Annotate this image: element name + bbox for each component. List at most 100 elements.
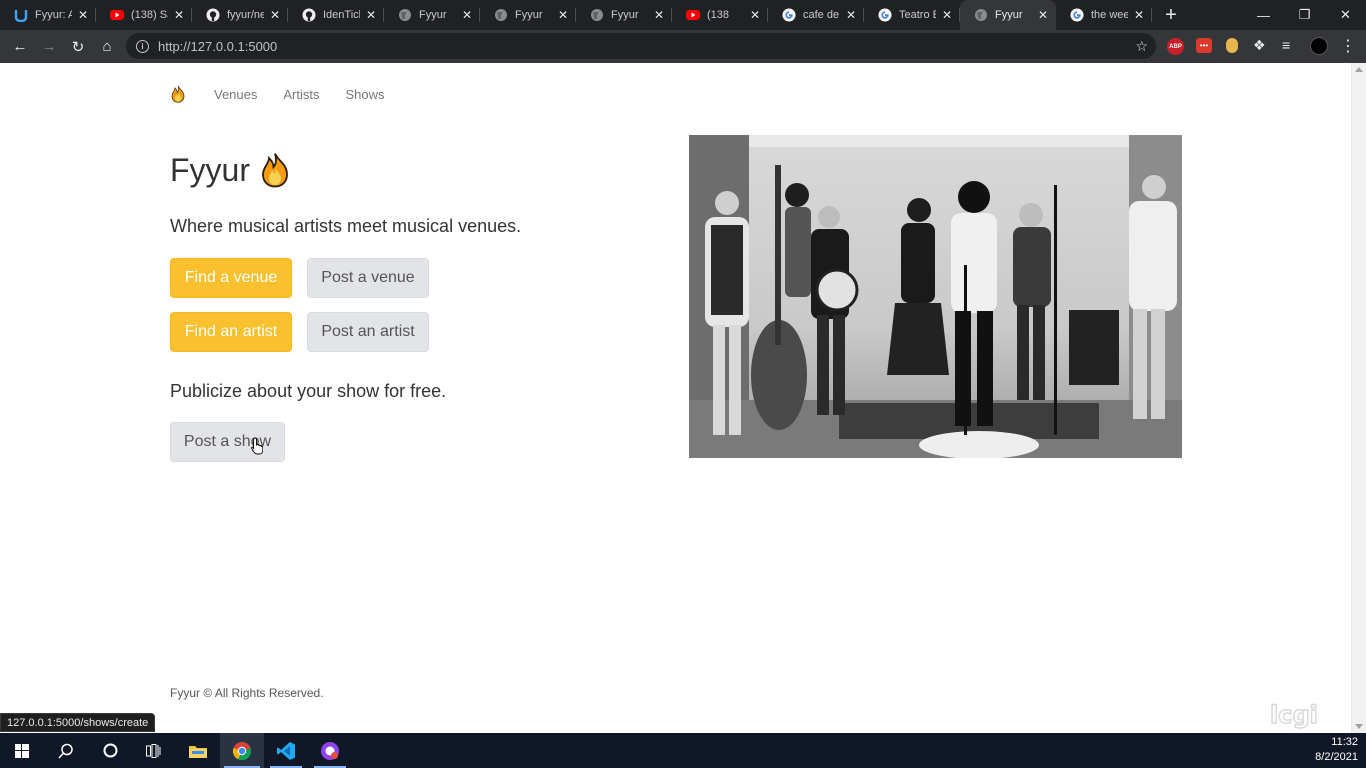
tab-title: Fyyur bbox=[611, 9, 639, 21]
tab-close-icon[interactable]: ✕ bbox=[940, 8, 954, 22]
browser-tab-active[interactable]: Fyyur ✕ bbox=[960, 0, 1056, 30]
globe-icon bbox=[398, 8, 412, 22]
hand-pointer-cursor-icon bbox=[251, 437, 263, 455]
tab-close-icon[interactable]: ✕ bbox=[748, 8, 762, 22]
nav-shows-link[interactable]: Shows bbox=[346, 87, 385, 102]
publicize-text: Publicize about your show for free. bbox=[170, 381, 447, 401]
tab-title: Fyyur bbox=[995, 9, 1023, 21]
browser-tab[interactable]: (138 ✕ bbox=[672, 0, 768, 30]
udacity-icon bbox=[14, 8, 28, 22]
forward-button[interactable]: → bbox=[35, 33, 63, 61]
browser-tab[interactable]: Fyyur ✕ bbox=[480, 0, 576, 30]
maximize-button[interactable]: ❐ bbox=[1284, 0, 1325, 30]
back-button[interactable]: ← bbox=[6, 33, 34, 61]
youtube-icon bbox=[110, 8, 124, 22]
google-icon bbox=[1070, 8, 1084, 22]
fire-emoji-icon bbox=[262, 153, 288, 188]
site-navbar: Venues Artists Shows bbox=[170, 85, 411, 103]
yellow-extension-icon[interactable] bbox=[1226, 38, 1238, 53]
tab-title: Fyyur bbox=[515, 9, 543, 21]
windows-taskbar bbox=[0, 733, 1366, 768]
minimize-button[interactable]: — bbox=[1243, 0, 1284, 30]
red-extension-icon[interactable]: ••• bbox=[1196, 38, 1212, 53]
hero-tagline: Where musical artists meet musical venue… bbox=[170, 216, 522, 236]
tab-close-icon[interactable]: ✕ bbox=[1036, 8, 1050, 22]
bookmark-star-icon[interactable]: ☆ bbox=[1135, 38, 1148, 55]
hero-band-photo bbox=[689, 135, 1182, 458]
tab-title: Fyyur: Ar bbox=[35, 9, 72, 21]
file-explorer-icon[interactable] bbox=[176, 733, 220, 768]
site-info-icon[interactable]: i bbox=[136, 39, 149, 53]
scroll-down-arrow-icon[interactable] bbox=[1355, 724, 1363, 729]
task-view-icon[interactable] bbox=[132, 733, 176, 768]
new-tab-button[interactable]: + bbox=[1156, 0, 1186, 30]
browser-tab[interactable]: IdenTicli ✕ bbox=[288, 0, 384, 30]
globe-icon bbox=[494, 8, 508, 22]
tab-title: fyyur/ne bbox=[227, 9, 264, 21]
browser-tab[interactable]: the wee ✕ bbox=[1056, 0, 1152, 30]
svg-text:lcgi: lcgi bbox=[1270, 701, 1318, 729]
close-window-button[interactable]: ✕ bbox=[1325, 0, 1366, 30]
reload-button[interactable]: ↻ bbox=[64, 33, 92, 61]
tab-title: the wee bbox=[1091, 9, 1128, 21]
google-icon bbox=[878, 8, 892, 22]
globe-icon bbox=[974, 8, 988, 22]
page-scrollbar[interactable] bbox=[1351, 63, 1366, 733]
browser-tab[interactable]: Fyyur: Ar ✕ bbox=[0, 0, 96, 30]
browser-tab-strip: Fyyur: Ar✕(138) Sa✕fyyur/ne✕IdenTicli✕Fy… bbox=[0, 0, 1366, 30]
search-icon[interactable] bbox=[44, 733, 88, 768]
scroll-up-arrow-icon[interactable] bbox=[1355, 67, 1363, 72]
browser-tab[interactable]: Fyyur ✕ bbox=[576, 0, 672, 30]
profile-avatar[interactable] bbox=[1310, 37, 1328, 55]
cortana-icon[interactable] bbox=[88, 733, 132, 768]
post-artist-button[interactable]: Post an artist bbox=[307, 312, 429, 352]
tab-close-icon[interactable]: ✕ bbox=[268, 8, 282, 22]
github-icon bbox=[302, 8, 316, 22]
vscode-taskbar-icon[interactable] bbox=[264, 733, 308, 768]
find-artist-button[interactable]: Find an artist bbox=[170, 312, 292, 352]
tab-title: Teatro E bbox=[899, 9, 936, 21]
browser-menu-icon[interactable]: ⋮ bbox=[1340, 36, 1356, 56]
tab-title: (138 bbox=[707, 9, 730, 21]
windows-start-icon[interactable] bbox=[0, 733, 44, 768]
youtube-icon bbox=[686, 8, 700, 22]
address-bar[interactable]: i http://127.0.0.1:5000 ☆ bbox=[126, 33, 1156, 59]
nav-artists-link[interactable]: Artists bbox=[283, 87, 319, 102]
browser-tab[interactable]: Fyyur ✕ bbox=[384, 0, 480, 30]
tab-title: (138) Sa bbox=[131, 9, 168, 21]
tab-close-icon[interactable]: ✕ bbox=[652, 8, 666, 22]
home-button[interactable]: ⌂ bbox=[93, 33, 121, 61]
browser-tab[interactable]: cafe de ✕ bbox=[768, 0, 864, 30]
watermark-logo: lcgi bbox=[1269, 700, 1318, 729]
extensions-puzzle-icon[interactable]: ❖ bbox=[1253, 37, 1266, 54]
tab-close-icon[interactable]: ✕ bbox=[364, 8, 378, 22]
nav-venues-link[interactable]: Venues bbox=[214, 87, 257, 102]
tab-close-icon[interactable]: ✕ bbox=[460, 8, 474, 22]
globe-icon bbox=[590, 8, 604, 22]
tab-close-icon[interactable]: ✕ bbox=[76, 8, 90, 22]
reading-list-icon[interactable]: ≡ bbox=[1282, 37, 1290, 53]
fyyur-logo-flame-icon[interactable] bbox=[170, 85, 186, 103]
tab-close-icon[interactable]: ✕ bbox=[1132, 8, 1146, 22]
chrome-taskbar-icon[interactable] bbox=[220, 733, 264, 768]
link-status-bubble: 127.0.0.1:5000/shows/create bbox=[0, 713, 156, 732]
address-url[interactable]: http://127.0.0.1:5000 bbox=[158, 39, 277, 54]
window-controls: — ❐ ✕ bbox=[1243, 0, 1366, 30]
tab-close-icon[interactable]: ✕ bbox=[556, 8, 570, 22]
taskbar-clock[interactable]: 11:32 8/2/2021 bbox=[1315, 735, 1358, 765]
browser-tab[interactable]: Teatro E ✕ bbox=[864, 0, 960, 30]
browser-tab[interactable]: fyyur/ne ✕ bbox=[192, 0, 288, 30]
google-icon bbox=[782, 8, 796, 22]
tab-close-icon[interactable]: ✕ bbox=[844, 8, 858, 22]
web-page: Venues Artists Shows Fyyur Where musical… bbox=[0, 63, 1366, 733]
tab-title: IdenTicli bbox=[323, 9, 360, 21]
recorder-taskbar-icon[interactable] bbox=[308, 733, 352, 768]
tab-close-icon[interactable]: ✕ bbox=[172, 8, 186, 22]
find-venue-button[interactable]: Find a venue bbox=[170, 258, 292, 298]
adblock-extension-icon[interactable]: ABP bbox=[1167, 38, 1184, 55]
post-show-button[interactable]: Post a show bbox=[170, 422, 285, 462]
clock-time: 11:32 bbox=[1331, 736, 1358, 748]
post-venue-button[interactable]: Post a venue bbox=[307, 258, 429, 298]
browser-tab[interactable]: (138) Sa ✕ bbox=[96, 0, 192, 30]
hero-heading: Fyyur bbox=[170, 151, 290, 189]
